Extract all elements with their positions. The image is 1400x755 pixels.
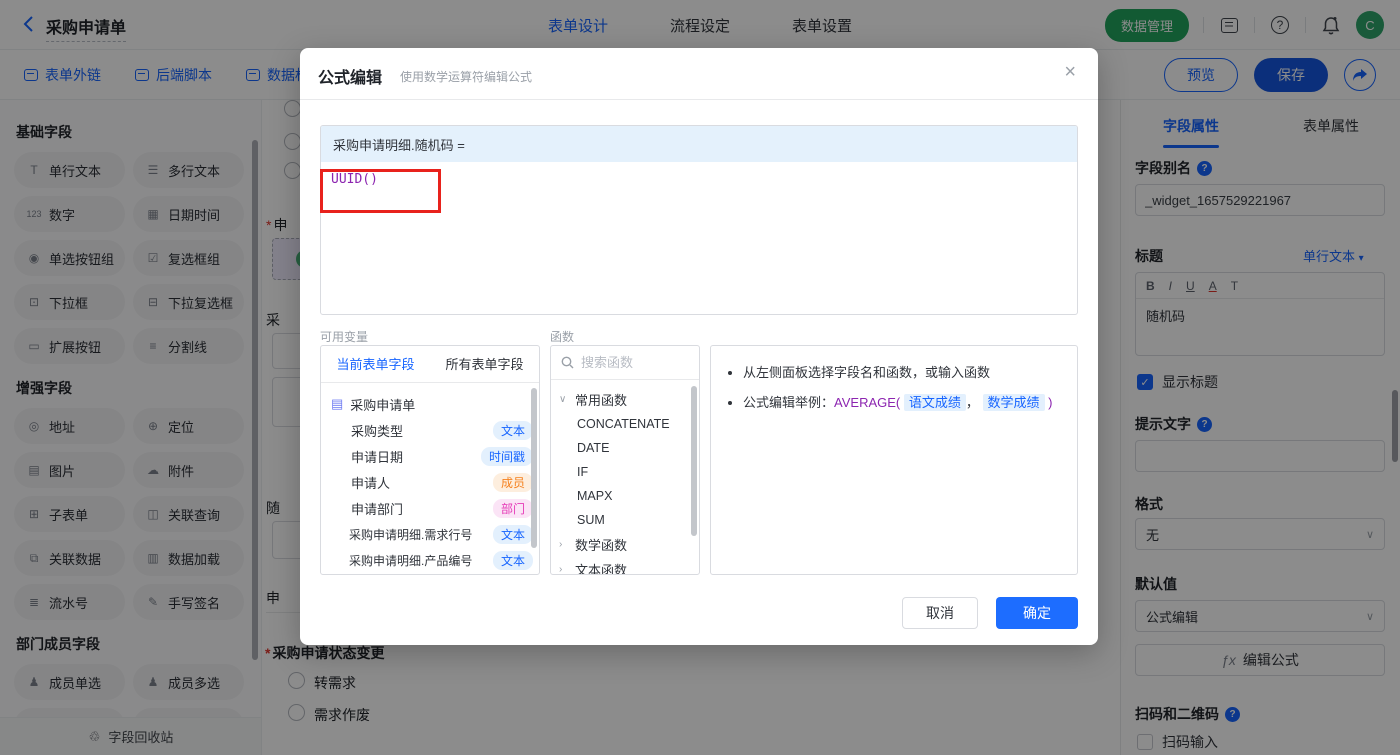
help-list: 从左侧面板选择字段名和函数，或输入函数 公式编辑举例：AVERAGE( 语文成绩… [711, 346, 1077, 434]
example-separator: ， [965, 395, 979, 410]
annotation-red-box [320, 169, 441, 213]
variable-name: 申请人 [351, 475, 391, 491]
variable-item[interactable]: 采购申请明细.需求行号 文本 [331, 521, 533, 547]
function-item[interactable]: SUM [559, 508, 695, 532]
function-group-math[interactable]: › 数学函数 [559, 532, 695, 557]
type-badge: 文本 [492, 524, 533, 544]
example-label: 公式编辑举例： [743, 395, 835, 410]
modal-header: 公式编辑 使用数学运算符编辑公式 × [300, 48, 1098, 100]
variables-tree: ▤ 采购申请单 采购类型 文本 申请日期 时间戳 申请人 成员 申请部门 部门 … [321, 383, 539, 573]
modal-subtitle: 使用数学运算符编辑公式 [400, 70, 533, 84]
variable-name: 申请部门 [351, 501, 404, 517]
variable-item[interactable]: 采购类型 文本 [331, 417, 533, 443]
search-icon [561, 356, 574, 369]
function-item[interactable]: DATE [559, 436, 695, 460]
form-file-icon: ▤ [331, 396, 344, 411]
search-input[interactable] [581, 355, 681, 370]
example-chip-math: 数学成绩 [982, 394, 1045, 411]
formula-editor[interactable]: 采购申请明细.随机码 = UUID() [320, 125, 1078, 315]
variables-label: 可用变量 [320, 330, 369, 344]
variables-scrollbar[interactable] [531, 388, 537, 548]
group-label: 数学函数 [575, 538, 628, 553]
variables-panel: 当前表单字段 所有表单字段 ▤ 采购申请单 采购类型 文本 申请日期 时间戳 申… [320, 345, 540, 575]
help-line-1: 从左侧面板选择字段名和函数，或输入函数 [743, 360, 1061, 386]
variable-item[interactable]: 申请日期 时间戳 [331, 443, 533, 469]
chevron-down-icon: ∨ [559, 394, 567, 405]
example-chip-chinese: 语文成绩 [903, 394, 966, 411]
variable-name: 采购申请明细.产品编号 [349, 553, 473, 568]
type-badge: 文本 [492, 550, 533, 570]
cancel-button[interactable]: 取消 [902, 597, 978, 629]
function-item[interactable]: MAPX [559, 484, 695, 508]
formula-edit-modal: 公式编辑 使用数学运算符编辑公式 × 采购申请明细.随机码 = UUID() 可… [300, 48, 1098, 645]
type-badge: 成员 [492, 472, 533, 492]
function-search [551, 346, 699, 380]
type-badge: 时间戳 [480, 446, 533, 466]
example-fn-close: ) [1048, 395, 1053, 410]
function-item[interactable]: IF [559, 460, 695, 484]
close-icon[interactable]: × [1064, 62, 1076, 82]
variable-item[interactable]: 申请部门 部门 [331, 495, 533, 521]
confirm-button[interactable]: 确定 [996, 597, 1078, 629]
group-label: 文本函数 [575, 563, 628, 575]
variable-item[interactable]: 申请人 成员 [331, 469, 533, 495]
functions-panel: ∨ 常用函数 CONCATENATE DATE IF MAPX SUM › 数学… [550, 345, 700, 575]
type-badge: 文本 [492, 420, 533, 440]
type-badge: 部门 [492, 498, 533, 518]
formula-help-panel: 从左侧面板选择字段名和函数，或输入函数 公式编辑举例：AVERAGE( 语文成绩… [710, 345, 1078, 575]
tab-current-form-fields[interactable]: 当前表单字段 [321, 346, 430, 382]
functions-tree: ∨ 常用函数 CONCATENATE DATE IF MAPX SUM › 数学… [551, 380, 699, 575]
tab-all-form-fields[interactable]: 所有表单字段 [430, 346, 539, 382]
function-group-common[interactable]: ∨ 常用函数 [559, 387, 695, 412]
variable-name: 申请日期 [351, 449, 404, 465]
modal-footer: 取消 确定 [902, 597, 1078, 629]
app-root: 采购申请单 表单设计 流程设定 表单设置 数据管理 ? C 表单外链 后端脚本 … [0, 0, 1400, 755]
functions-scrollbar[interactable] [691, 386, 697, 536]
variable-name: 采购类型 [351, 423, 404, 439]
chevron-right-icon: › [559, 564, 563, 575]
example-fn-open: AVERAGE( [834, 395, 901, 410]
function-item[interactable]: CONCATENATE [559, 412, 695, 436]
modal-title: 公式编辑 [318, 70, 383, 87]
variable-item[interactable]: 采购申请明细.产品编号 文本 [331, 547, 533, 573]
functions-label: 函数 [550, 330, 575, 344]
tree-root-label: 采购申请单 [350, 397, 416, 413]
chevron-right-icon: › [559, 539, 563, 550]
function-group-text[interactable]: › 文本函数 [559, 557, 695, 575]
variable-name: 采购申请明细.需求行号 [349, 527, 473, 542]
group-label: 常用函数 [575, 393, 628, 408]
variables-tabs: 当前表单字段 所有表单字段 [321, 346, 539, 383]
tree-root[interactable]: ▤ 采购申请单 [331, 391, 533, 417]
formula-target: 采购申请明细.随机码 = [321, 126, 1077, 162]
help-line-2: 公式编辑举例：AVERAGE( 语文成绩， 数学成绩 ) [743, 390, 1061, 416]
